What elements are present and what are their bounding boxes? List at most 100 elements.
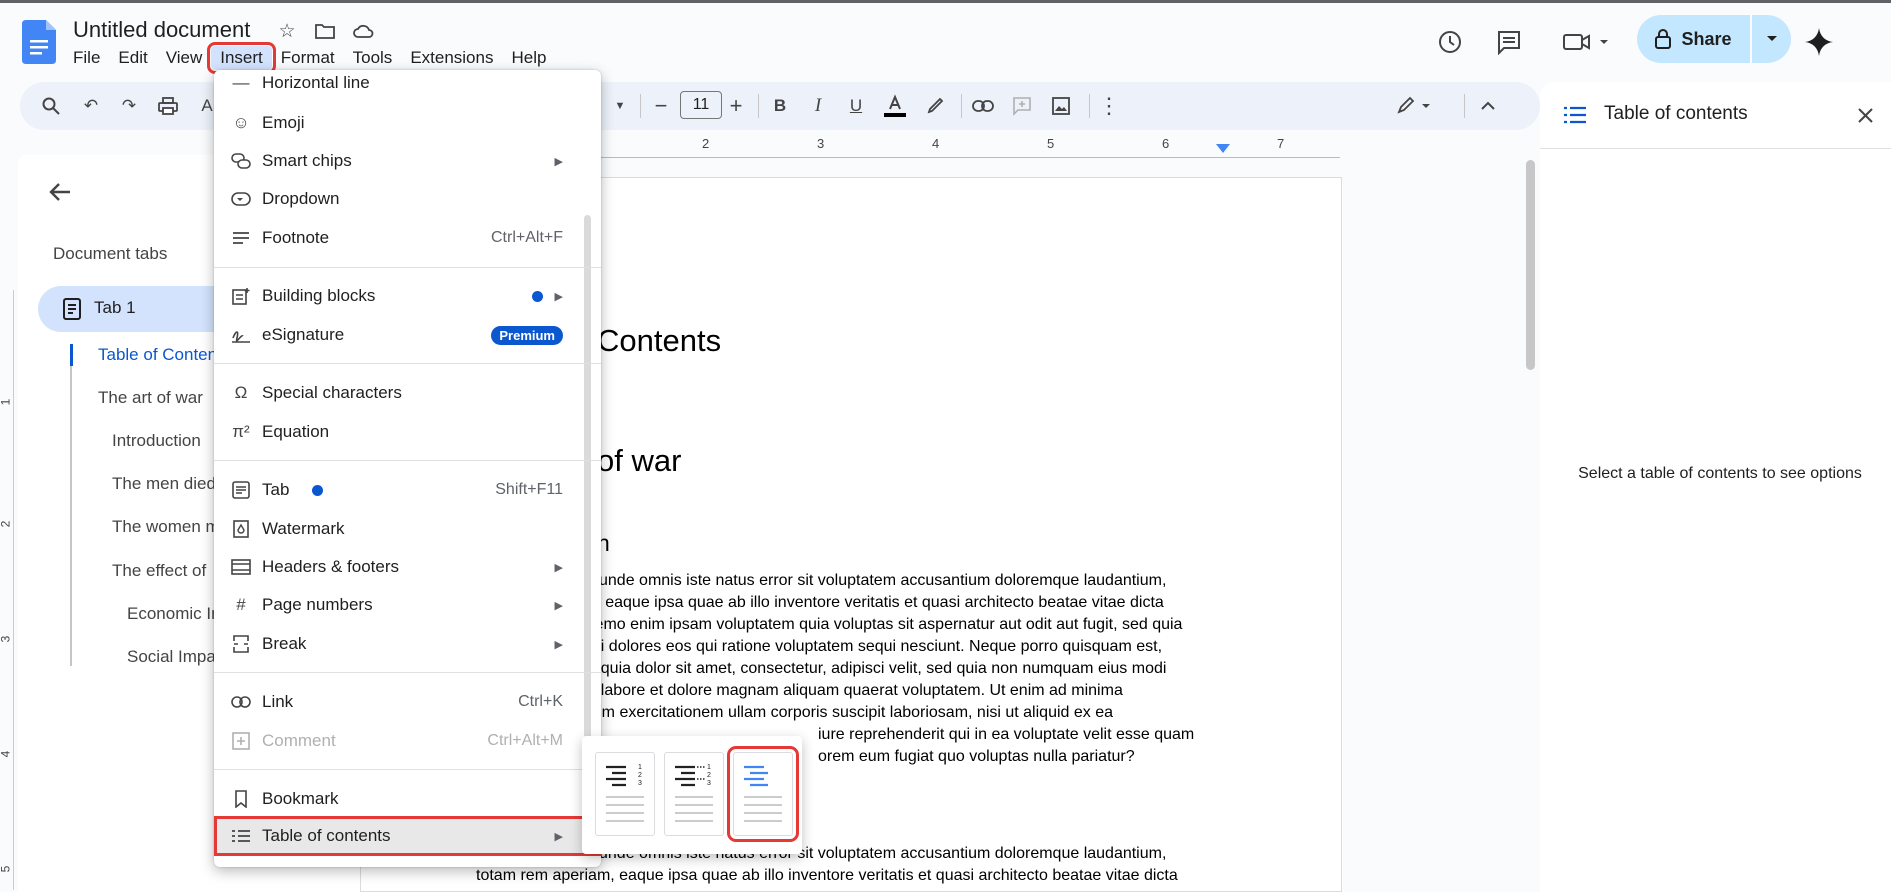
menu-item-link[interactable]: Link Ctrl+K [214, 683, 601, 721]
more-options-icon[interactable]: ⋮ [1095, 92, 1123, 120]
ruler-label: 5 [1047, 136, 1055, 151]
svg-text:1: 1 [707, 764, 711, 771]
ruler-label: 4 [932, 136, 940, 151]
menu-divider [214, 267, 601, 268]
outline-item[interactable]: Introduction [112, 431, 212, 451]
collapse-menus-icon[interactable] [1474, 92, 1502, 120]
font-dropdown-caret-icon[interactable]: ▼ [606, 92, 634, 120]
outline-item[interactable]: The men died [112, 474, 216, 494]
submenu-arrow-icon: ▶ [554, 290, 563, 303]
menu-item-smart-chips[interactable]: Smart chips ▶ [214, 142, 601, 180]
font-size-input[interactable]: 11 [680, 91, 722, 119]
outline-active-indicator [70, 344, 73, 366]
insert-image-icon[interactable] [1047, 92, 1075, 120]
share-button[interactable]: Share [1637, 15, 1750, 63]
star-icon[interactable]: ☆ [274, 18, 300, 44]
menu-file[interactable]: File [64, 46, 109, 70]
toc-list-icon [1564, 106, 1586, 124]
signature-icon [230, 324, 252, 346]
outline-item[interactable]: Economic Im [127, 604, 217, 624]
headers-footers-icon [230, 556, 252, 578]
add-comment-icon [230, 730, 252, 752]
gemini-sparkle-icon[interactable] [1799, 22, 1839, 62]
close-icon[interactable] [1858, 108, 1873, 123]
menu-item-break[interactable]: Break ▶ [214, 625, 601, 663]
footnote-icon [230, 227, 252, 249]
heading-art-of-war[interactable]: of war [597, 443, 681, 479]
menu-item-table-of-contents[interactable]: Table of contents ▶ [214, 816, 601, 856]
new-feature-dot [312, 485, 323, 496]
menu-item-horizontal-line[interactable]: — Horizontal line [214, 65, 601, 101]
toolbar-divider [961, 94, 962, 118]
menu-item-headers-footers[interactable]: Headers & footers ▶ [214, 548, 601, 586]
move-folder-icon[interactable] [312, 18, 338, 44]
menu-edit[interactable]: Edit [109, 46, 156, 70]
outline-item[interactable]: Table of Contents [98, 345, 218, 365]
right-indent-marker-icon[interactable] [1216, 144, 1230, 154]
ruler-label: 7 [1277, 136, 1285, 151]
document-scrollbar[interactable] [1526, 160, 1535, 370]
caret-down-icon [1766, 36, 1777, 41]
docs-logo-icon[interactable] [22, 20, 56, 64]
undo-icon[interactable]: ↶ [77, 92, 105, 120]
back-arrow-icon[interactable] [46, 178, 74, 206]
lock-icon [1655, 29, 1672, 49]
bold-icon[interactable]: B [766, 92, 794, 120]
toc-icon [230, 825, 252, 847]
toc-option-plain-text-numbers[interactable]: 1 2 3 [595, 752, 655, 836]
menu-item-equation[interactable]: π² Equation [214, 413, 601, 451]
document-title[interactable]: Untitled document [73, 17, 250, 43]
meet-icon[interactable] [1557, 22, 1617, 62]
italic-icon[interactable]: I [804, 92, 832, 120]
menu-divider [214, 460, 601, 461]
menu-item-watermark[interactable]: Watermark [214, 510, 601, 548]
outline-item[interactable]: The art of war [98, 388, 218, 408]
menu-item-emoji[interactable]: ☺ Emoji [214, 104, 601, 142]
underline-icon[interactable]: U [842, 92, 870, 120]
vruler-label: 4 [0, 751, 12, 758]
decrease-font-size-icon[interactable]: − [647, 92, 675, 120]
tab-document-icon [63, 298, 81, 320]
smart-chips-icon [230, 150, 252, 172]
menu-item-footnote[interactable]: Footnote Ctrl+Alt+F [214, 219, 601, 257]
toc-option-blue-links[interactable] [727, 746, 799, 842]
toc-option-dotted-numbers[interactable]: 1 2 3 [664, 752, 724, 836]
outline-item[interactable]: The effect of [112, 561, 216, 581]
outline-item[interactable]: The women m [112, 517, 216, 537]
vruler-label: 5 [0, 866, 12, 873]
share-options-button[interactable] [1752, 15, 1791, 63]
search-menus-icon[interactable] [37, 92, 65, 120]
vruler-label: 2 [0, 521, 12, 528]
menu-item-page-numbers[interactable]: # Page numbers ▶ [214, 586, 601, 624]
heading-table-of-contents[interactable]: Contents [597, 323, 721, 359]
text-color-icon[interactable] [881, 92, 909, 120]
comments-icon[interactable] [1489, 22, 1529, 62]
insert-link-icon[interactable] [969, 92, 997, 120]
menu-item-bookmark[interactable]: Bookmark [214, 780, 601, 818]
highlight-color-icon[interactable] [921, 92, 949, 120]
outline-item[interactable]: Social Impa [127, 647, 217, 667]
submenu-arrow-icon: ▶ [554, 830, 563, 843]
cloud-saved-icon[interactable] [350, 18, 376, 44]
increase-font-size-icon[interactable]: + [722, 92, 750, 120]
add-comment-icon[interactable] [1008, 92, 1036, 120]
toc-panel-message: Select a table of contents to see option… [1578, 465, 1862, 482]
menu-item-comment[interactable]: Comment Ctrl+Alt+M [214, 722, 601, 760]
menu-item-building-blocks[interactable]: Building blocks ▶ [214, 277, 601, 315]
print-icon[interactable] [154, 92, 182, 120]
toc-plain-numbers-icon: 1 2 3 [606, 764, 644, 822]
menu-item-esignature[interactable]: eSignature Premium [214, 316, 601, 354]
menu-view[interactable]: View [157, 46, 212, 70]
version-history-icon[interactable] [1430, 22, 1470, 62]
toolbar-divider [1464, 94, 1465, 118]
menu-item-tab[interactable]: Tab Shift+F11 [214, 471, 601, 509]
panel-divider [1540, 148, 1891, 149]
hash-icon: # [236, 595, 246, 614]
menu-item-special-characters[interactable]: Ω Special characters [214, 374, 601, 412]
editing-mode-icon[interactable] [1392, 92, 1442, 120]
premium-badge: Premium [491, 325, 563, 345]
tab-icon [230, 479, 252, 501]
submenu-arrow-icon: ▶ [554, 599, 563, 612]
menu-item-dropdown[interactable]: Dropdown [214, 180, 601, 218]
redo-icon[interactable]: ↷ [115, 92, 143, 120]
